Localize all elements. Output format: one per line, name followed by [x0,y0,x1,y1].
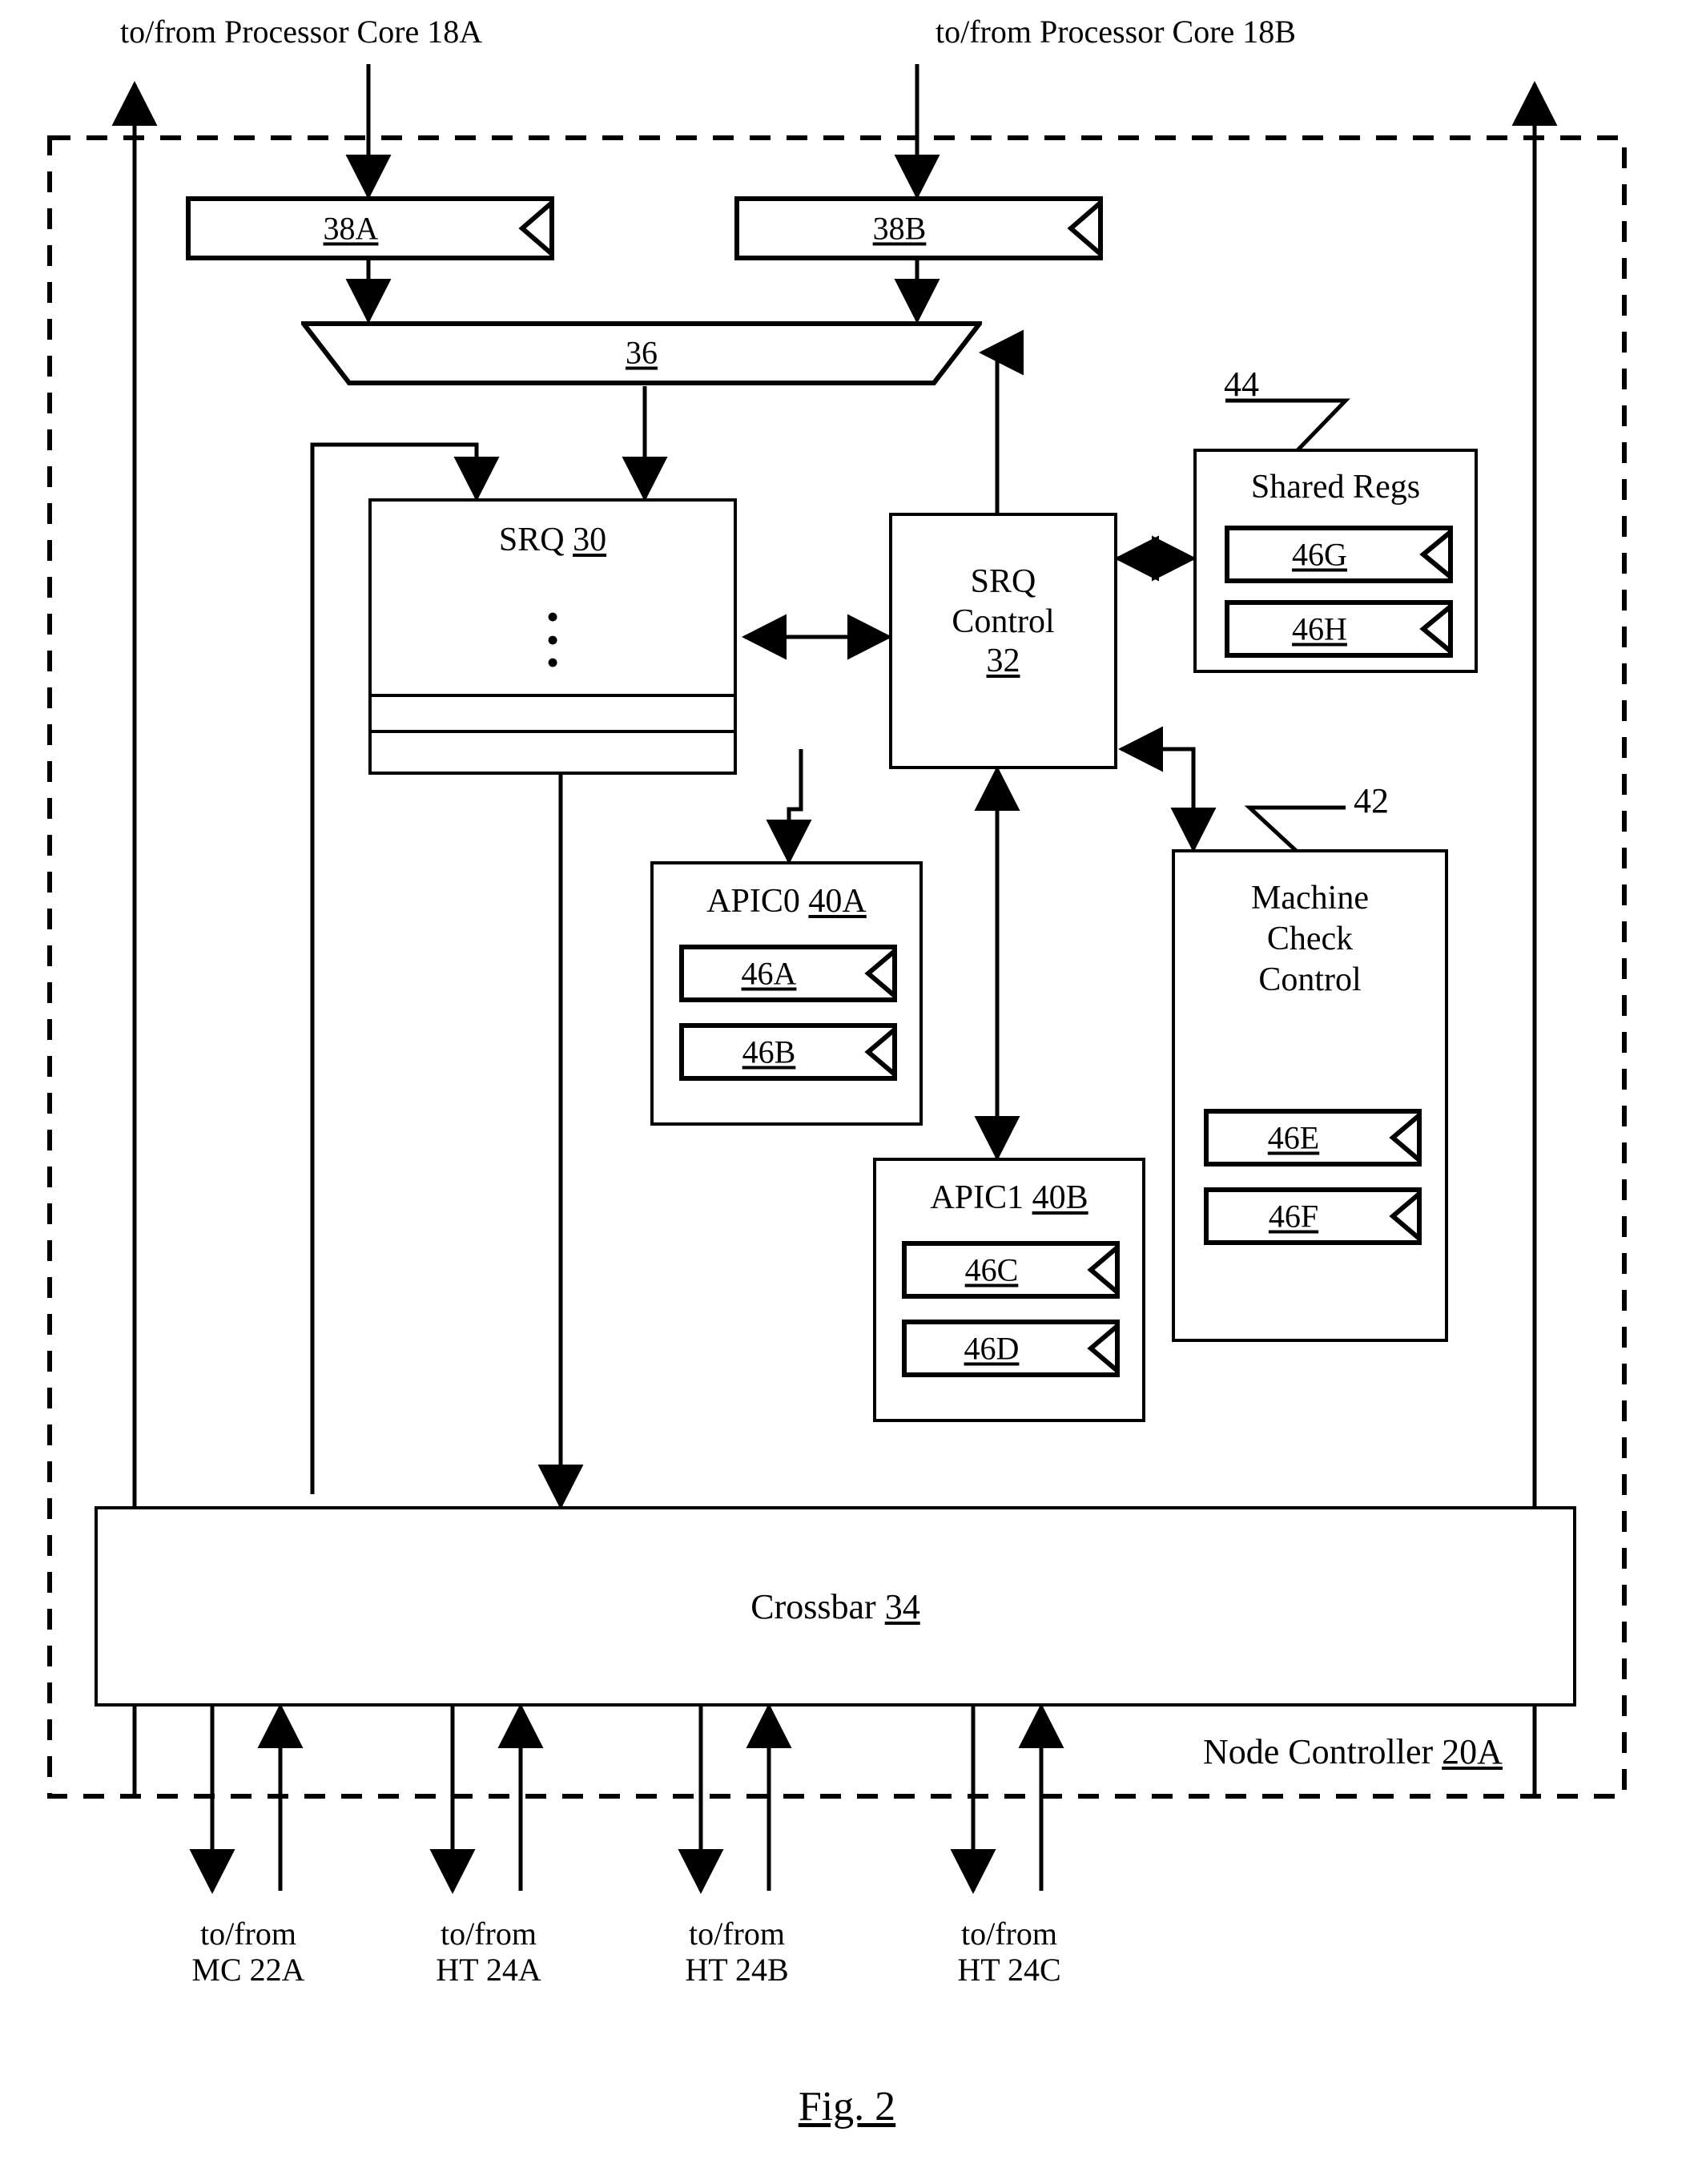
srq-control-ref: 32 [986,643,1020,680]
label-ht-24c-line2: HT 24C [957,1951,1061,1988]
shared-regs-block[interactable]: Shared Regs 46G 46H [1193,449,1478,673]
register-46b[interactable]: 46B [679,1023,897,1081]
srq-control-block[interactable]: SRQ Control 32 [889,513,1117,769]
callout-44: 44 [1224,365,1259,404]
label-mc-22a: to/from MC 22A [144,1916,352,1989]
figure-canvas: to/from Processor Core 18A to/from Proce… [0,0,1694,2184]
shared-regs-title: Shared Regs [1250,469,1421,506]
register-46h[interactable]: 46H [1225,600,1453,658]
label-mc-22a-line2: MC 22A [191,1951,305,1988]
label-ht-24a: to/from HT 24A [384,1916,593,1989]
srq-divider-2 [368,730,737,733]
wire-ctl-to-apic0 [766,749,812,865]
apic0-title: APIC0 40A [654,882,919,921]
label-ht-24b: to/from HT 24B [633,1916,841,1989]
machine-check-line3: Control [1258,961,1362,999]
srq-block[interactable]: SRQ 30 • • • [368,498,737,775]
buffer-38b-label: 38B [872,210,927,247]
register-46g[interactable]: 46G [1225,526,1453,583]
register-46c-label: 46C [964,1251,1019,1288]
callout-42: 42 [1354,781,1389,820]
label-ht-24b-line1: to/from [689,1916,785,1952]
register-46e[interactable]: 46E [1204,1109,1422,1167]
label-proc-core-18a: to/from Processor Core 18A [120,14,483,50]
register-46a[interactable]: 46A [679,945,897,1002]
apic0-title-text: APIC0 [706,883,809,920]
srq-ellipsis: • • • [545,596,560,683]
crossbar-block[interactable]: Crossbar 34 [95,1506,1576,1707]
machine-check-line2: Check [1266,921,1354,958]
machine-check-block[interactable]: Machine Check Control 46E 46F [1172,849,1448,1342]
register-46d-label: 46D [964,1330,1020,1367]
apic1-title-ref: 40B [1032,1179,1088,1216]
apic1-title: APIC1 40B [876,1179,1142,1217]
buffer-38a-label: 38A [323,210,379,247]
srq-control-line1: SRQ [970,563,1036,600]
crossbar-title-ref: 34 [884,1587,920,1626]
label-ht-24a-line1: to/from [441,1916,537,1952]
wire-srqctl-to-mux [978,329,1024,513]
register-46d[interactable]: 46D [902,1320,1120,1377]
label-ht-24a-line2: HT 24A [436,1951,541,1988]
register-46b-label: 46B [742,1034,796,1070]
node-controller-label: Node Controller 20A [1203,1732,1503,1771]
label-ht-24b-line2: HT 24B [685,1951,789,1988]
machine-check-line1: Machine [1251,880,1369,917]
srq-control-line2: Control [952,602,1055,640]
apic0-title-ref: 40A [808,883,867,920]
label-mc-22a-line1: to/from [200,1916,296,1952]
register-46g-label: 46G [1292,536,1347,573]
register-46f-label: 46F [1268,1198,1319,1235]
mux-36[interactable]: 36 [301,320,982,386]
apic1-title-text: APIC1 [930,1179,1032,1216]
node-controller-label-ref: 20A [1442,1732,1503,1771]
crossbar-title: Crossbar 34 [98,1586,1573,1627]
apic0-block[interactable]: APIC0 40A 46A 46B [650,861,923,1126]
srq-divider-1 [368,694,737,697]
machine-check-title: Machine Check Control [1175,878,1445,1001]
buffer-38b[interactable]: 38B [734,196,1103,260]
label-proc-core-18b: to/from Processor Core 18B [936,14,1296,50]
srq-title-text: SRQ [498,522,573,558]
srq-title: SRQ 30 [372,521,734,559]
mux-36-label: 36 [626,334,658,371]
callout-leader-44 [1225,398,1350,452]
buffer-38a[interactable]: 38A [186,196,554,260]
label-ht-24c-line1: to/from [961,1916,1057,1952]
register-46e-label: 46E [1267,1119,1320,1156]
register-46h-label: 46H [1292,610,1347,647]
srq-title-ref: 30 [573,522,607,558]
register-46a-label: 46A [741,955,797,992]
srq-control-title: SRQ Control 32 [892,562,1114,682]
register-46c[interactable]: 46C [902,1241,1120,1299]
node-controller-label-text: Node Controller [1203,1732,1443,1771]
label-ht-24c: to/from HT 24C [905,1916,1113,1989]
apic1-block[interactable]: APIC1 40B 46C 46D [873,1158,1145,1422]
figure-caption: Fig. 2 [798,2084,896,2130]
wire-mcc-to-ctl [1117,726,1196,817]
register-46f[interactable]: 46F [1204,1187,1422,1245]
crossbar-title-text: Crossbar [750,1587,885,1626]
